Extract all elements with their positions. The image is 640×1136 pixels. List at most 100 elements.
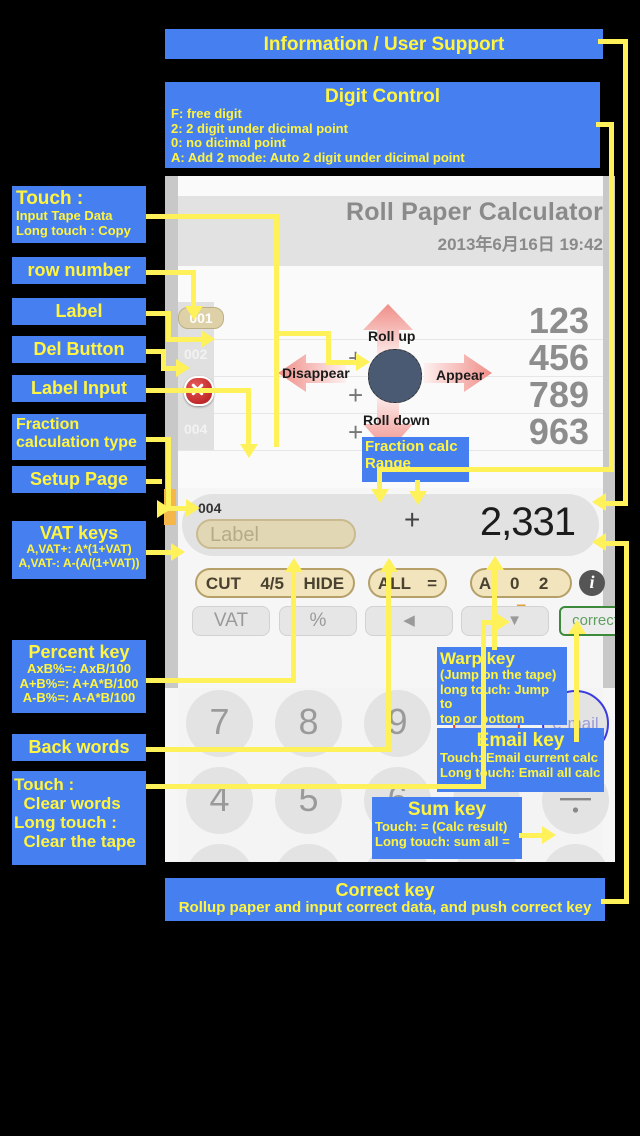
callout-warp-key-line-1: long touch: Jump to: [440, 681, 550, 712]
connector-arrow: [592, 533, 606, 551]
callout-percent-key-line-0: AxB%=: AxB/100: [27, 661, 131, 677]
callout-touch-tape-line-0: Input Tape Data: [16, 208, 113, 224]
callout-warp-key-line-0: (Jump on the tape): [440, 667, 557, 683]
page-title: Roll Paper Calculator: [345, 198, 603, 226]
connector: [492, 568, 497, 650]
connector: [609, 122, 614, 472]
callout-digit-control-title: Digit Control: [324, 86, 441, 107]
connector: [191, 270, 196, 310]
connector: [326, 331, 331, 363]
callout-clear-words-line-3: Clear the tape: [14, 832, 136, 852]
connector-arrow: [186, 499, 200, 517]
connector: [146, 784, 486, 789]
callout-vat-keys-line-1: A,VAT-: A-(A/(1+VAT)): [18, 555, 140, 570]
callout-del-button-title: Del Button: [33, 339, 125, 359]
connector-arrow: [371, 489, 389, 503]
fraction-cut-option[interactable]: CUT: [206, 574, 241, 593]
roll-up-label: Roll up: [368, 328, 416, 344]
callout-digit-control-line-0: F: free digit: [171, 106, 242, 122]
connector: [481, 620, 486, 788]
callout-label: Label: [12, 298, 146, 325]
callout-warp-key-title: Warp key: [440, 649, 515, 668]
callout-row-number-title: row number: [27, 260, 131, 280]
fraction-hide-option[interactable]: HIDE: [303, 574, 344, 593]
callout-label-input: Label Input: [12, 375, 146, 402]
tape-value: 963: [528, 411, 589, 452]
info-icon[interactable]: i: [579, 570, 605, 596]
connector: [377, 467, 611, 472]
connector-arrow: [176, 359, 190, 377]
callout-clear-words-line-0: Touch :: [14, 775, 75, 794]
connector: [166, 337, 206, 342]
input-operator: +: [404, 504, 421, 535]
callout-email-key-line-1: Long touch: Email all calc: [440, 764, 601, 780]
callout-clear-words: Touch : Clear words Long touch : Clear t…: [12, 771, 146, 865]
callout-digit-control-line-2: 0: no dicimal point: [171, 135, 286, 151]
connector-arrow: [201, 330, 215, 348]
connector: [605, 501, 628, 506]
connector-arrow: [285, 558, 303, 572]
connector: [246, 388, 251, 448]
callout-row-number: row number: [12, 257, 146, 284]
callout-information: Information / User Support: [165, 29, 603, 59]
digit-0-option[interactable]: 0: [510, 574, 519, 593]
roll-knob-handle[interactable]: [368, 349, 422, 403]
key-1[interactable]: 1: [186, 844, 253, 862]
callout-label-input-title: Label Input: [31, 378, 127, 398]
connector: [624, 541, 629, 901]
tape-value: 456: [528, 337, 589, 378]
appear-label: Appear: [436, 367, 485, 383]
range-all-option[interactable]: ALL: [378, 574, 411, 593]
callout-sum-key-line-1: Long touch: sum all =: [375, 833, 510, 849]
connector: [146, 214, 279, 219]
callout-vat-keys-title: VAT keys: [39, 523, 119, 543]
connector: [146, 678, 296, 683]
connector-arrow: [568, 620, 586, 634]
row-number-label: 004: [184, 421, 208, 437]
connector-arrow: [157, 500, 171, 518]
connector-arrow: [380, 558, 398, 572]
connector: [386, 570, 391, 751]
digit-2-option[interactable]: 2: [539, 574, 548, 593]
callout-touch-tape: Touch : Input Tape Data Long touch : Cop…: [12, 186, 146, 243]
fraction-type-pill[interactable]: CUT 4/5 HIDE: [195, 568, 355, 598]
callout-vat-keys: VAT keys A,VAT+: A*(1+VAT) A,VAT-: A-(A/…: [12, 521, 146, 579]
callout-sum-key: Sum key Touch: = (Calc result) Long touc…: [372, 797, 522, 859]
fraction-45-option[interactable]: 4/5: [260, 574, 284, 593]
tape-operator: +: [348, 380, 364, 410]
connector: [574, 632, 579, 742]
roll-down-label: Roll down: [363, 412, 430, 428]
callout-back-words-title: Back words: [28, 737, 130, 757]
paper-left-rail: [165, 176, 178, 688]
callout-fraction-range-line-0: Fraction calc: [365, 438, 458, 455]
callout-warp-key-line-2: top or bottom: [440, 710, 525, 725]
key-4[interactable]: 4: [186, 767, 253, 834]
connector-arrow: [171, 543, 185, 561]
digit-control-pill[interactable]: A 0 2 F: [470, 568, 572, 620]
key-5[interactable]: 5: [275, 767, 342, 834]
connector: [605, 541, 627, 546]
callout-touch-tape-title: Touch :: [16, 188, 84, 209]
date-time-label: 2013年6月16日 19:42: [437, 235, 603, 254]
tape-value: 123: [528, 300, 589, 341]
callout-setup-page: Setup Page: [12, 466, 146, 493]
digit-a-option[interactable]: A: [479, 574, 491, 593]
callout-digit-control: Digit Control F: free digit 2: 2 digit u…: [165, 82, 600, 168]
range-pill[interactable]: ALL =: [368, 568, 447, 598]
vat-button[interactable]: VAT: [192, 606, 270, 636]
connector-arrow: [592, 493, 606, 511]
connector-arrow: [185, 306, 203, 320]
key-plus[interactable]: [542, 844, 609, 862]
range-equals-option[interactable]: =: [427, 574, 437, 593]
tape-value: 789: [528, 374, 589, 415]
key-2[interactable]: 2: [275, 844, 342, 862]
callout-sum-key-title: Sum key: [407, 799, 487, 820]
connector-arrow: [486, 556, 504, 570]
callout-fraction-type: Fraction calculation type: [12, 414, 146, 460]
back-words-button[interactable]: ◀: [365, 606, 453, 636]
connector: [291, 570, 296, 682]
connector: [623, 39, 628, 506]
callout-setup-page-title: Setup Page: [29, 469, 129, 489]
callout-percent-key-line-1: A+B%=: A+A*B/100: [19, 675, 139, 691]
label-input[interactable]: Label: [196, 519, 356, 549]
